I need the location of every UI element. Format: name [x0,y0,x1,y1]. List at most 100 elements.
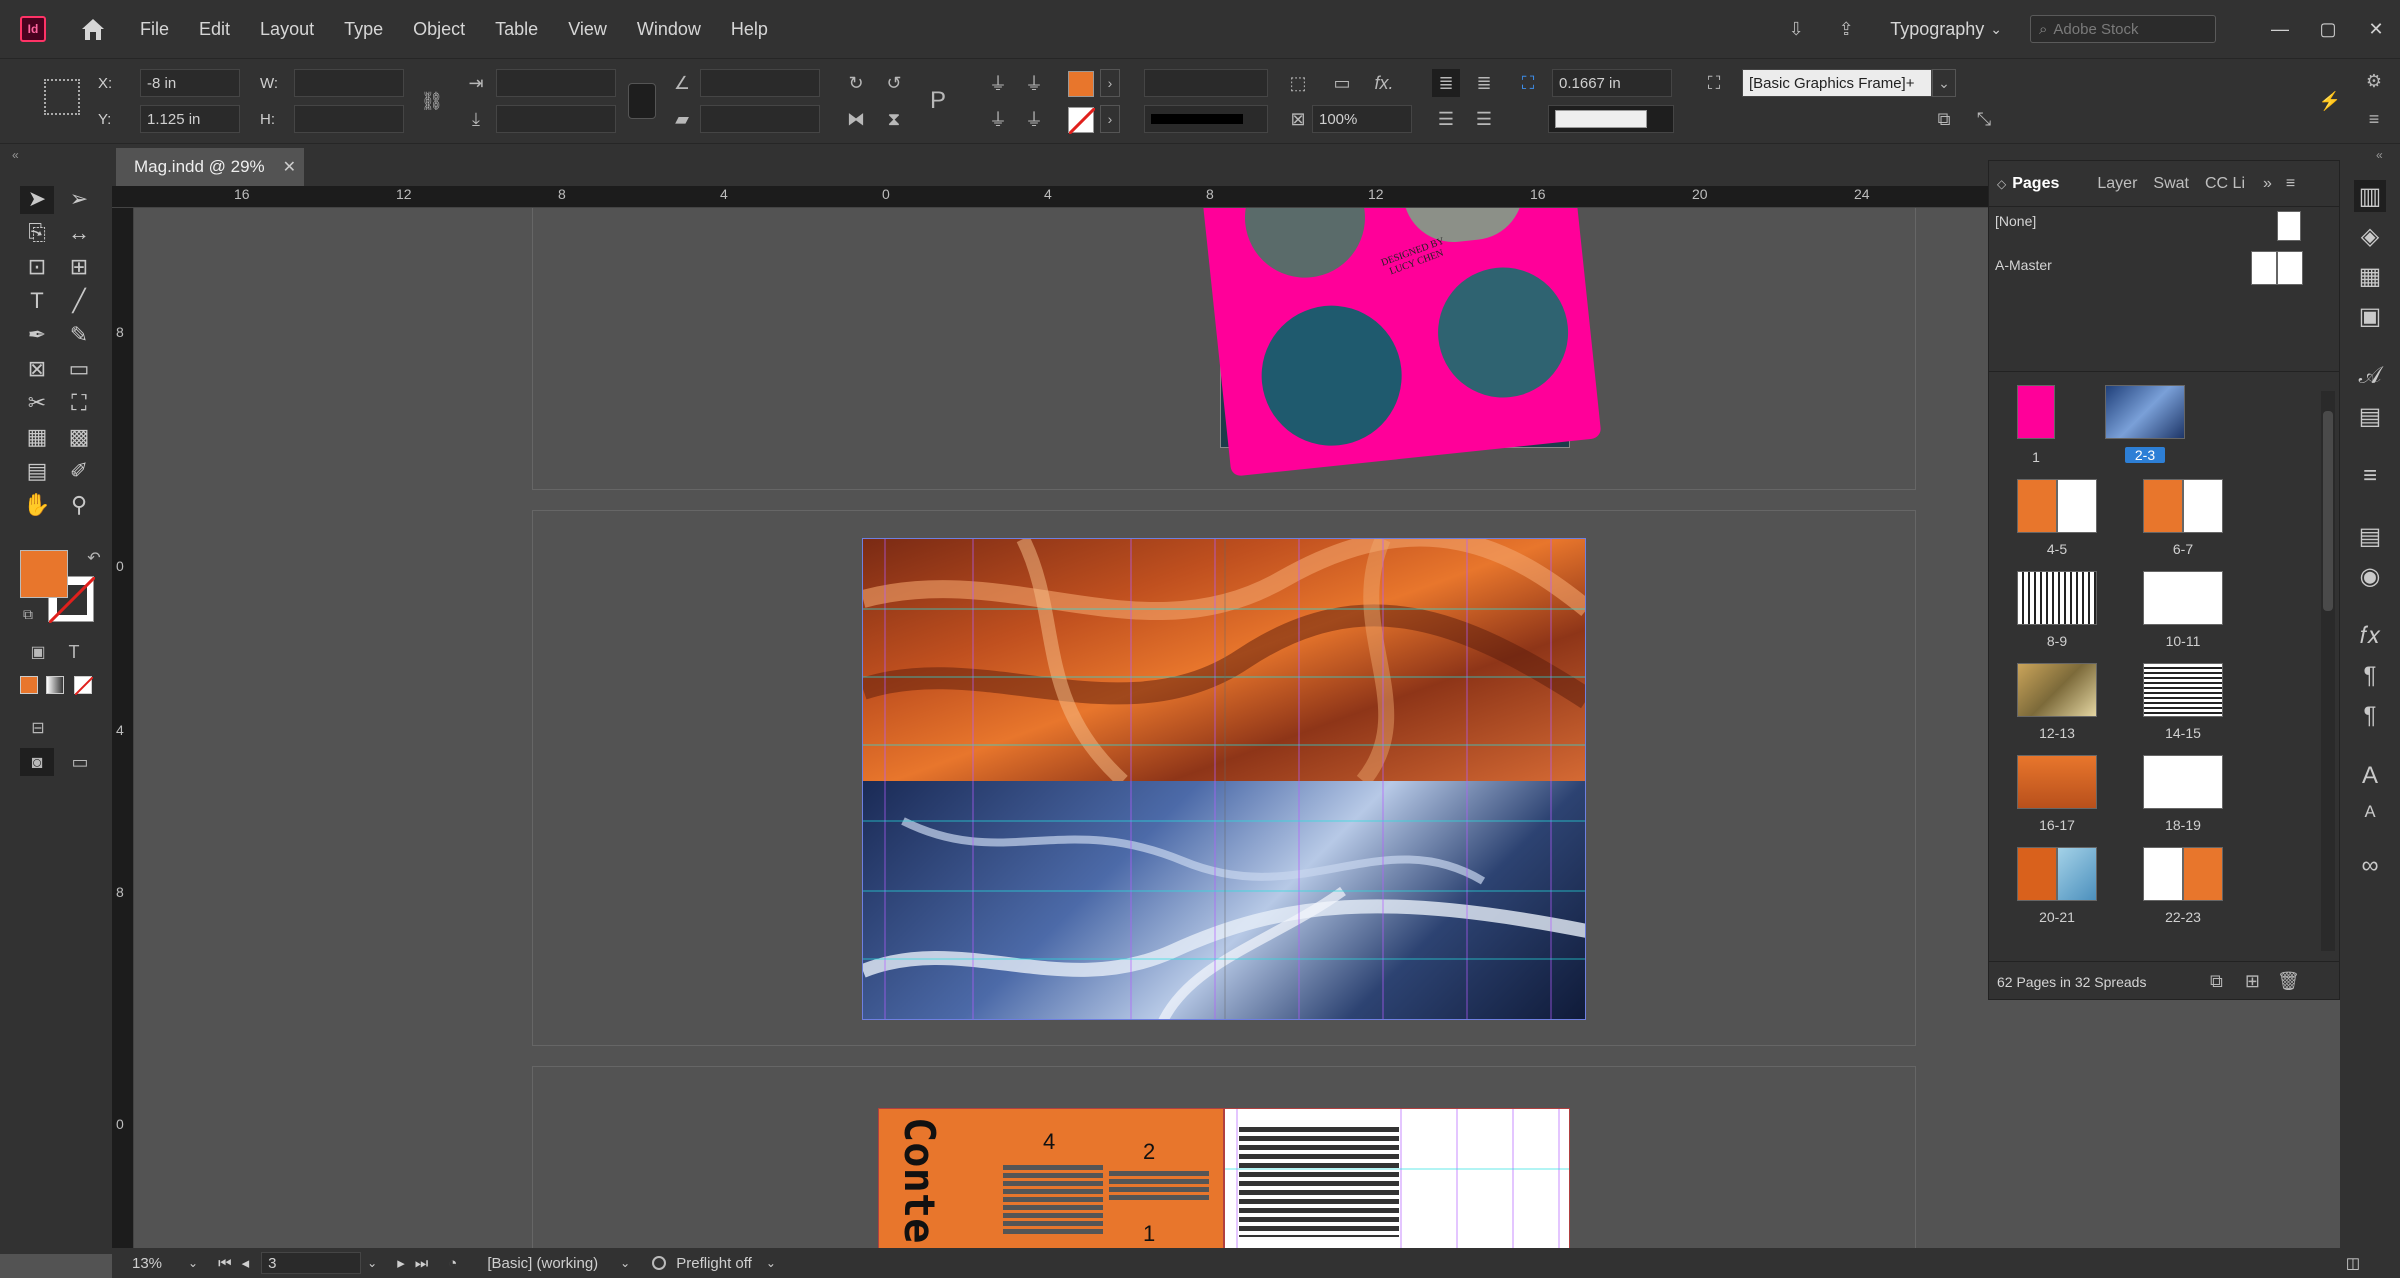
share-icon[interactable]: ⇪ [1832,15,1860,43]
document-style[interactable]: [Basic] (working) [487,1255,598,1272]
page-thumb-6[interactable] [2143,479,2183,533]
gap-tool-icon[interactable]: ↔ [62,218,96,248]
layers-panel-icon[interactable]: ◈ [2354,220,2386,252]
content-collector-icon[interactable]: ⊡ [20,252,54,282]
style-dropdown-icon[interactable]: ⌄ [620,1256,630,1270]
stroke-dropdown[interactable]: › [1100,105,1120,133]
menu-edit[interactable]: Edit [199,19,230,40]
page-thumb-7[interactable] [2183,479,2223,533]
workspace-switcher[interactable]: Typography [1890,19,1984,40]
menu-window[interactable]: Window [637,19,701,40]
page-number-field[interactable]: 3 [261,1252,362,1274]
cover-page-pink[interactable]: DESIGNED BY LUCY CHEN [1202,208,1602,477]
character-icon[interactable]: A [2354,760,2386,792]
page-thumb-4[interactable] [2017,479,2057,533]
stroke-swatch-none[interactable] [1067,106,1097,136]
horizontal-ruler[interactable]: 16 12 8 4 0 4 8 12 16 20 24 [112,186,1988,208]
fill-dropdown[interactable]: › [1100,69,1120,97]
tab-pages[interactable]: Pages [2012,175,2059,193]
x-field[interactable]: -8 in [140,69,240,97]
h-field[interactable] [294,105,404,133]
menu-object[interactable]: Object [413,19,465,40]
tab-layers[interactable]: Layer [2097,175,2137,193]
scale-x-field[interactable] [496,69,616,97]
menu-table[interactable]: Table [495,19,538,40]
flip-horizontal-icon[interactable]: ⧓ [842,105,870,133]
menu-type[interactable]: Type [344,19,383,40]
paragraph-styles-icon[interactable]: ▤ [2354,400,2386,432]
eyedropper-tool-icon[interactable]: ✐ [62,456,96,486]
default-colors-icon[interactable]: ⧉ [14,600,42,628]
scale-y-field[interactable] [496,105,616,133]
fill-swatch[interactable] [1068,71,1094,97]
master-a-thumb-right[interactable] [2277,251,2303,285]
text-wrap-shape-icon[interactable]: ☰ [1432,105,1460,133]
master-a[interactable]: A-Master [1995,257,2052,273]
next-page-icon[interactable]: ▸ [397,1254,405,1272]
panel-collapse-icon[interactable]: ◇ [1997,177,2006,191]
page-thumb-2-3[interactable] [2105,385,2185,439]
scissors-tool-icon[interactable]: ✂ [20,388,54,418]
new-page-icon[interactable]: ⊞ [2238,968,2266,996]
free-transform-tool-icon[interactable]: ⛶ [62,388,96,418]
tab-cc-libraries[interactable]: CC Li [2205,175,2245,193]
normal-view-icon[interactable]: ◙ [20,748,54,776]
rotate-field[interactable] [700,69,820,97]
maximize-button[interactable]: ▢ [2304,14,2352,44]
y-field[interactable]: 1.125 in [140,105,240,133]
gear-icon[interactable]: ⚙ [2360,67,2388,95]
spread-2-3-image[interactable] [862,538,1586,1020]
stroke-weight-field[interactable] [1144,69,1268,97]
page-thumb-16-17[interactable] [2017,755,2097,809]
object-style-select[interactable]: [Basic Graphics Frame]+ [1742,69,1932,97]
color-panel-icon[interactable]: ◉ [2354,560,2386,592]
document-canvas[interactable]: DESIGNED BY LUCY CHEN Conte 4 2 1 [134,208,1988,1248]
character-styles-icon[interactable]: 𝒜 [2354,360,2386,392]
first-page-icon[interactable]: ⏮ [218,1255,232,1272]
lightning-icon[interactable]: ⚡ [2316,87,2344,115]
page-dropdown-icon[interactable]: ⌄ [367,1256,377,1270]
menu-help[interactable]: Help [731,19,768,40]
formatting-container-icon[interactable]: ▣ [24,638,52,666]
auto-fit-icon[interactable]: ⧉ [1930,105,1958,133]
panel-menu-icon[interactable]: ≡ [2286,175,2295,193]
select-previous-icon[interactable]: ⏚ [984,105,1012,133]
close-tab-icon[interactable]: ✕ [283,157,296,177]
zoom-tool-icon[interactable]: ⚲ [62,490,96,520]
pages-panel-icon[interactable]: ▥ [2354,180,2386,212]
w-field[interactable] [294,69,404,97]
page-tool-icon[interactable]: ⎘ [20,218,54,248]
text-wrap-none-icon[interactable]: ≣ [1432,69,1460,97]
corner-shape-select[interactable] [1548,105,1674,133]
fx-icon[interactable]: fx. [1370,69,1398,97]
page-thumb-12-13[interactable] [2017,663,2097,717]
note-tool-icon[interactable]: ▤ [20,456,54,486]
rotate-cw-icon[interactable]: ↻ [842,69,870,97]
split-window-icon[interactable]: ◫ [2346,1254,2360,1272]
page-thumb-10-11[interactable] [2143,571,2223,625]
apply-gradient-icon[interactable] [46,676,64,694]
rotate-ccw-icon[interactable]: ↺ [880,69,908,97]
master-none[interactable]: [None] [1995,213,2036,229]
screen-mode-icon[interactable]: ⊟ [24,714,52,742]
formatting-text-icon[interactable]: T [60,638,88,666]
paragraph-styles-alt-icon[interactable]: ¶ [2354,700,2386,732]
select-content-icon[interactable]: ⏚ [1020,69,1048,97]
line-tool-icon[interactable]: ╱ [62,286,96,316]
contents-page[interactable]: Conte 4 2 1 [878,1108,1224,1248]
preflight-dropdown-icon[interactable]: ⌄ [766,1256,776,1270]
close-window-button[interactable]: ✕ [2352,14,2400,44]
opacity-field[interactable]: 100% [1312,105,1412,133]
flip-vertical-icon[interactable]: ⧗ [880,105,908,133]
vertical-ruler[interactable]: 8 0 4 8 0 [112,208,134,1248]
hyperlinks-icon[interactable]: ∞ [2354,850,2386,882]
text-wrap-icon[interactable]: ▤ [2354,520,2386,552]
gradient-feather-tool-icon[interactable]: ▩ [62,422,96,452]
scroll-thumb[interactable] [2323,411,2333,611]
page-thumb-20[interactable] [2017,847,2057,901]
tab-swatches[interactable]: Swat [2153,175,2189,193]
previous-page-icon[interactable]: ◂ [242,1254,250,1272]
page-thumb-1[interactable] [2017,385,2055,439]
master-none-thumb[interactable] [2277,211,2301,241]
pencil-tool-icon[interactable]: ✎ [62,320,96,350]
